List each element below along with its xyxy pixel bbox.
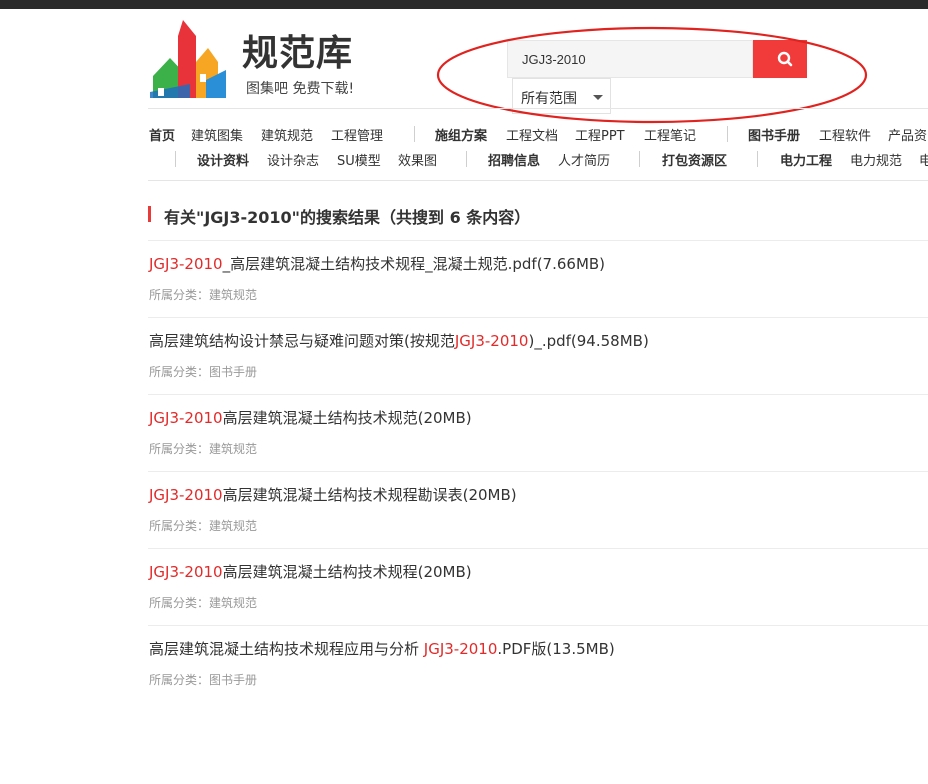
result-title-after: _高层建筑混凝土结构技术规程_混凝土规范.pdf(7.66MB): [222, 255, 606, 273]
header-divider: [148, 108, 928, 109]
result-category-link[interactable]: 建筑规范: [209, 288, 257, 302]
result-category: 所属分类：建筑规范: [149, 286, 257, 303]
result-title-after: 高层建筑混凝土结构技术规程勘误表(20MB): [222, 486, 517, 504]
results-title-accent: [148, 206, 151, 222]
nav-item[interactable]: 电力规范: [850, 150, 902, 169]
nav-item[interactable]: 工程软件: [819, 125, 871, 144]
site-logo[interactable]: 规范库 图集吧 免费下载!: [150, 18, 380, 103]
nav-separator: [414, 126, 415, 142]
search-scope-label: 所有范围: [521, 91, 577, 107]
result-title-highlight: JGJ3-2010: [149, 409, 223, 427]
result-divider: [148, 471, 928, 472]
result-title-highlight: JGJ3-2010: [149, 486, 223, 504]
result-divider: [148, 548, 928, 549]
nav-item[interactable]: 设计资料: [197, 150, 249, 169]
result-category-link[interactable]: 图书手册: [209, 673, 257, 687]
nav-item[interactable]: 打包资源区: [662, 150, 727, 169]
result-title-after: .PDF版(13.5MB): [497, 640, 615, 658]
top-bar: [0, 0, 928, 9]
result-category-link[interactable]: 图书手册: [209, 365, 257, 379]
result-title[interactable]: JGJ3-2010高层建筑混凝土结构技术规范(20MB): [149, 407, 472, 428]
result-title[interactable]: JGJ3-2010高层建筑混凝土结构技术规程(20MB): [149, 561, 472, 582]
result-title-highlight: JGJ3-2010: [149, 563, 223, 581]
nav-item[interactable]: 效果图: [398, 150, 437, 169]
result-category-prefix: 所属分类：: [149, 365, 210, 379]
result-category-link[interactable]: 建筑规范: [209, 596, 257, 610]
result-divider: [148, 394, 928, 395]
result-category-link[interactable]: 建筑规范: [209, 442, 257, 456]
nav-separator: [466, 151, 467, 167]
search-input[interactable]: [522, 41, 742, 77]
nav-item[interactable]: 人才简历: [558, 150, 610, 169]
result-category: 所属分类：建筑规范: [149, 517, 257, 534]
result-category-prefix: 所属分类：: [149, 288, 210, 302]
result-divider: [148, 317, 928, 318]
nav-item[interactable]: 工程文档: [506, 125, 558, 144]
result-title-after: 高层建筑混凝土结构技术规程(20MB): [222, 563, 472, 581]
result-category-prefix: 所属分类：: [149, 519, 210, 533]
search-box: [507, 40, 753, 78]
result-divider: [148, 240, 928, 241]
result-category: 所属分类：建筑规范: [149, 440, 257, 457]
result-title[interactable]: JGJ3-2010_高层建筑混凝土结构技术规程_混凝土规范.pdf(7.66MB…: [149, 253, 605, 274]
nav-item[interactable]: 电力工程: [780, 150, 832, 169]
result-title-before: 高层建筑混凝土结构技术规程应用与分析: [149, 640, 424, 658]
result-category: 所属分类：图书手册: [149, 671, 257, 688]
nav-item[interactable]: 图书手册: [748, 125, 800, 144]
nav-item[interactable]: 工程管理: [331, 125, 383, 144]
nav-item[interactable]: SU模型: [337, 150, 381, 169]
nav-item[interactable]: 施组方案: [435, 125, 487, 144]
results-heading: 有关"JGJ3-2010"的搜索结果（共搜到 6 条内容）: [164, 208, 531, 227]
nav-item-home[interactable]: 首页: [149, 125, 175, 144]
nav-item[interactable]: 产品资: [888, 125, 927, 144]
result-category-prefix: 所属分类：: [149, 673, 210, 687]
site-title: 规范库: [242, 33, 354, 74]
nav-item[interactable]: 设计杂志: [267, 150, 319, 169]
result-title-after: 高层建筑混凝土结构技术规范(20MB): [222, 409, 472, 427]
nav-separator: [175, 151, 176, 167]
nav-separator: [639, 151, 640, 167]
result-title-after: )_.pdf(94.58MB): [528, 332, 649, 350]
result-divider: [148, 625, 928, 626]
result-category: 所属分类：图书手册: [149, 363, 257, 380]
nav-item[interactable]: 工程笔记: [644, 125, 696, 144]
search-button[interactable]: [753, 40, 807, 78]
result-title[interactable]: JGJ3-2010高层建筑混凝土结构技术规程勘误表(20MB): [149, 484, 517, 505]
caret-down-icon: [593, 95, 603, 100]
result-title-highlight: JGJ3-2010: [454, 332, 529, 350]
nav-separator: [727, 126, 728, 142]
nav-item[interactable]: 建筑规范: [261, 125, 313, 144]
site-slogan: 图集吧 免费下载!: [246, 81, 355, 97]
result-title-before: 高层建筑结构设计禁忌与疑难问题对策(按规范: [149, 332, 455, 350]
result-title[interactable]: 高层建筑结构设计禁忌与疑难问题对策(按规范JGJ3-2010)_.pdf(94.…: [149, 330, 649, 351]
result-category-prefix: 所属分类：: [149, 596, 210, 610]
search-icon: [777, 51, 793, 67]
result-title[interactable]: 高层建筑混凝土结构技术规程应用与分析 JGJ3-2010.PDF版(13.5MB…: [149, 638, 615, 659]
result-category-link[interactable]: 建筑规范: [209, 519, 257, 533]
nav-divider: [148, 180, 928, 181]
result-category-prefix: 所属分类：: [149, 442, 210, 456]
nav-item[interactable]: 电: [919, 150, 928, 169]
result-category: 所属分类：建筑规范: [149, 594, 257, 611]
nav-separator: [757, 151, 758, 167]
nav-item[interactable]: 建筑图集: [191, 125, 243, 144]
result-title-highlight: JGJ3-2010: [149, 255, 223, 273]
logo-mark-icon: [150, 20, 226, 98]
nav-item[interactable]: 招聘信息: [488, 150, 540, 169]
nav-item[interactable]: 工程PPT: [575, 125, 625, 144]
result-title-highlight: JGJ3-2010: [423, 640, 498, 658]
